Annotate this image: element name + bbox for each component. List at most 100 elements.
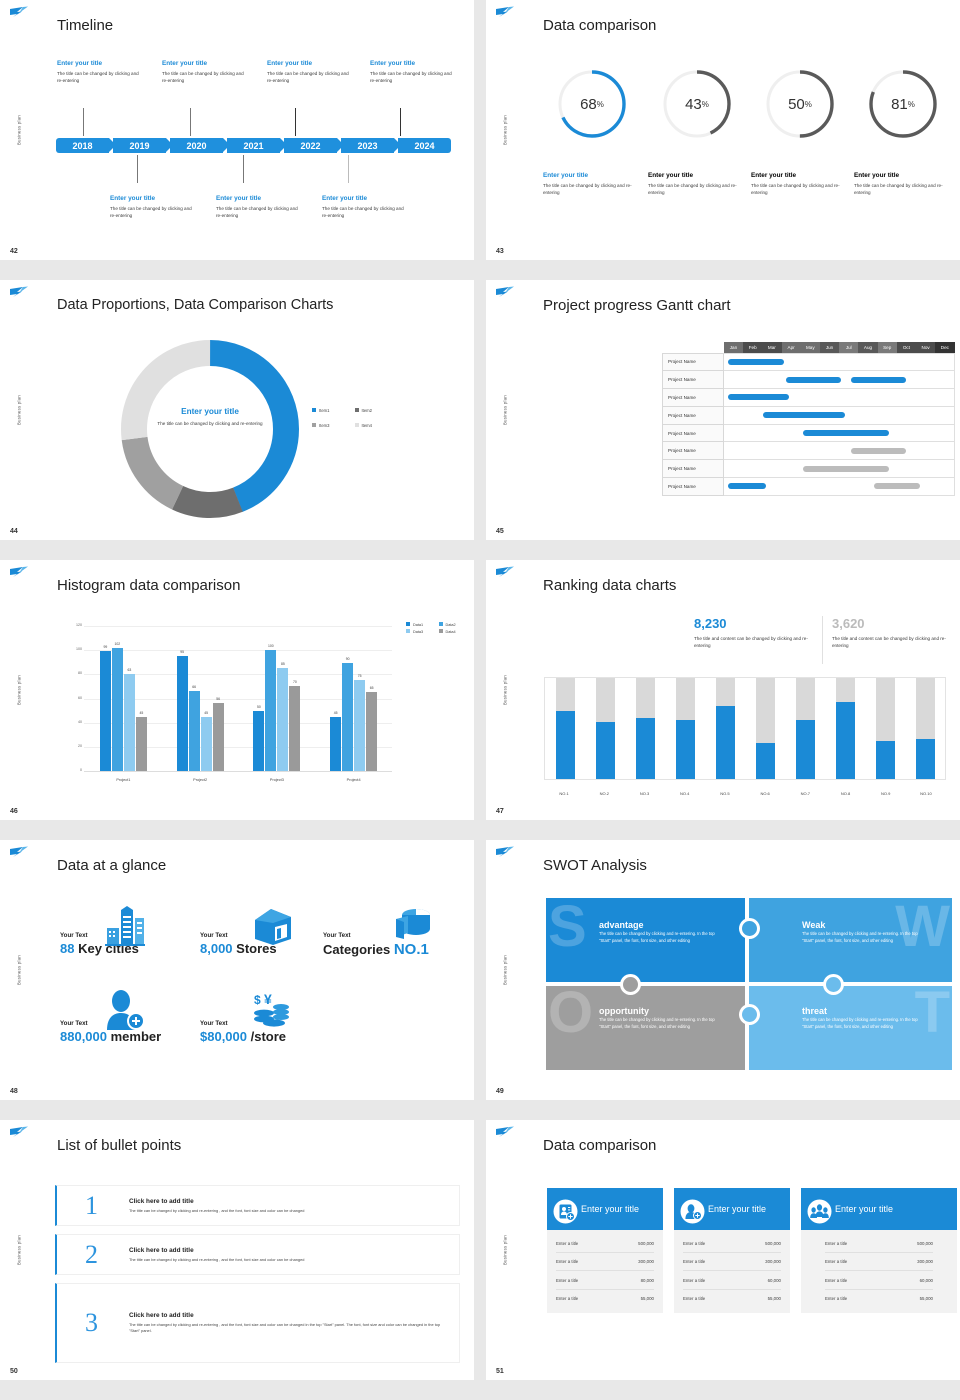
gantt-bar[interactable] — [851, 448, 906, 454]
city-buildings-icon — [103, 906, 147, 946]
gantt-row[interactable]: Project Name — [663, 406, 955, 424]
timeline-year-2024[interactable]: 2024 — [398, 138, 451, 153]
timeline-tick — [400, 108, 401, 136]
bar-data3[interactable]: 85 — [277, 668, 288, 771]
bar-data2[interactable]: 90 — [342, 663, 353, 771]
bar-data2[interactable]: 100 — [265, 650, 276, 771]
gantt-row[interactable]: Project Name — [663, 478, 955, 496]
timeline-year-2022[interactable]: 2022 — [284, 138, 337, 153]
swot-quadrant-strength[interactable]: S advantage The title can be changed by … — [546, 898, 749, 984]
legend-item-item4[interactable]: Item4 — [355, 423, 393, 428]
legend-item-item2[interactable]: Item2 — [355, 408, 393, 413]
ranking-col-3[interactable] — [625, 678, 665, 779]
row-value: 55,000 — [768, 1296, 781, 1301]
legend-item-item3[interactable]: Item3 — [312, 423, 350, 428]
timeline-item-text: The title can be changed by clicking and… — [57, 70, 139, 84]
swot-quadrant-weakness[interactable]: W Weak The title can be changed by click… — [749, 898, 952, 984]
ranking-col-2[interactable] — [585, 678, 625, 779]
timeline-year-2020[interactable]: 2020 — [170, 138, 223, 153]
gantt-bar[interactable] — [803, 466, 889, 472]
gantt-row[interactable]: Project Name — [663, 424, 955, 442]
gantt-row[interactable]: Project Name — [663, 353, 955, 371]
ranking-col-10[interactable] — [905, 678, 945, 779]
gantt-row-track — [724, 478, 955, 496]
gantt-bar[interactable] — [874, 483, 920, 489]
gantt-bar[interactable] — [728, 359, 783, 365]
legend-item-data3[interactable]: Data3 — [406, 629, 436, 634]
timeline-year-2021[interactable]: 2021 — [227, 138, 280, 153]
timeline-year-2023[interactable]: 2023 — [341, 138, 394, 153]
gantt-bar[interactable] — [728, 483, 766, 489]
gantt-row-label: Project Name — [663, 389, 724, 407]
stat-value: 880,000 member — [60, 1029, 161, 1044]
gantt-row[interactable]: Project Name — [663, 371, 955, 389]
gantt-row[interactable]: Project Name — [663, 442, 955, 460]
gantt-row[interactable]: Project Name — [663, 460, 955, 478]
gauge-1[interactable]: 68% — [556, 68, 628, 140]
donut-center-label: Enter your title The title can be change… — [152, 407, 268, 427]
bar-data1[interactable]: 95 — [177, 656, 188, 771]
bar-data3[interactable]: 63 — [124, 674, 135, 771]
swot-quadrant-threat[interactable]: T threat The title can be changed by cli… — [749, 984, 952, 1070]
bar-data4[interactable]: 56 — [213, 703, 224, 771]
timeline-year-2018[interactable]: 2018 — [56, 138, 109, 153]
ranking-col-9[interactable] — [865, 678, 905, 779]
gantt-bar[interactable] — [851, 377, 906, 383]
gantt-bar[interactable] — [803, 430, 889, 436]
gauge-caption-1: Enter your title The title can be change… — [543, 172, 638, 196]
histogram-chart[interactable]: 120 100 80 60 40 20 0 99 102 63 45 Proje… — [62, 620, 392, 785]
bar-data1[interactable]: 99 — [100, 651, 111, 771]
page-number: 42 — [10, 248, 18, 255]
card-row: Enter a title300,000 — [556, 1253, 654, 1272]
comparison-card-3[interactable]: Enter your title Enter a title500,000 En… — [801, 1188, 957, 1313]
gantt-bar[interactable] — [728, 394, 789, 400]
card-row: Enter a title500,000 — [825, 1234, 933, 1253]
gauge-4[interactable]: 81% — [867, 68, 939, 140]
page-number: 47 — [496, 808, 504, 815]
donut-chart[interactable] — [118, 337, 302, 521]
bar-data4[interactable]: 65 — [366, 692, 377, 771]
bar-data2[interactable]: 66 — [189, 691, 200, 771]
ranking-col-4[interactable] — [665, 678, 705, 779]
comparison-card-1[interactable]: Enter your title Enter a title500,000 En… — [547, 1188, 663, 1313]
gauge-2[interactable]: 43% — [661, 68, 733, 140]
ranking-col-5[interactable] — [705, 678, 745, 779]
bar-data4[interactable]: 70 — [289, 686, 300, 771]
bar-data2[interactable]: 102 — [112, 648, 123, 771]
ranking-chart[interactable] — [544, 677, 946, 780]
gauge-3[interactable]: 50% — [764, 68, 836, 140]
gauge-value: 43% — [661, 68, 733, 140]
legend-item-data1[interactable]: Data1 — [406, 622, 436, 627]
legend-swatch-icon — [355, 408, 359, 412]
legend-item-data4[interactable]: Data4 — [439, 629, 469, 634]
swot-heading: opportunity — [599, 1006, 717, 1016]
swot-quadrant-opportunity[interactable]: O opportunity The title can be changed b… — [546, 984, 749, 1070]
gantt-chart[interactable]: Jan Feb Mar Apr May Jun Jul Aug Sep Oct … — [662, 342, 955, 496]
gantt-bar[interactable] — [763, 412, 845, 418]
gantt-row-track — [724, 371, 955, 389]
ranking-col-7[interactable] — [785, 678, 825, 779]
ranking-col-6[interactable] — [745, 678, 785, 779]
timeline-year-2019[interactable]: 2019 — [113, 138, 166, 153]
legend-item-item1[interactable]: Item1 — [312, 408, 350, 413]
bar-data1[interactable]: 50 — [253, 711, 264, 771]
ranking-x-labels: NO.1 NO.2 NO.3 NO.4 NO.5 NO.6 NO.7 NO.8 … — [544, 791, 946, 796]
gantt-row[interactable]: Project Name — [663, 389, 955, 407]
bar-data3[interactable]: 75 — [354, 680, 365, 771]
bar-data1[interactable]: 45 — [330, 717, 341, 771]
bar-data3[interactable]: 45 — [201, 717, 212, 771]
gantt-bar[interactable] — [786, 377, 841, 383]
gantt-row-label: Project Name — [663, 424, 724, 442]
gauge-caption-text: The title can be changed by clicking and… — [854, 182, 949, 196]
comparison-card-2[interactable]: Enter your title Enter a title500,000 En… — [674, 1188, 790, 1313]
bullet-item-1[interactable]: 1 Click here to add title The title can … — [55, 1185, 460, 1226]
legend-item-data2[interactable]: Data2 — [439, 622, 469, 627]
bullet-item-3[interactable]: 3 Click here to add title The title can … — [55, 1283, 460, 1363]
ranking-col-1[interactable] — [545, 678, 585, 779]
side-label: Business plan — [502, 1235, 507, 1265]
bullet-item-2[interactable]: 2 Click here to add title The title can … — [55, 1234, 460, 1275]
page-title: Timeline — [57, 17, 113, 34]
ranking-col-8[interactable] — [825, 678, 865, 779]
stat-text: The title and content can be changed by … — [832, 635, 960, 649]
bar-data4[interactable]: 45 — [136, 717, 147, 771]
